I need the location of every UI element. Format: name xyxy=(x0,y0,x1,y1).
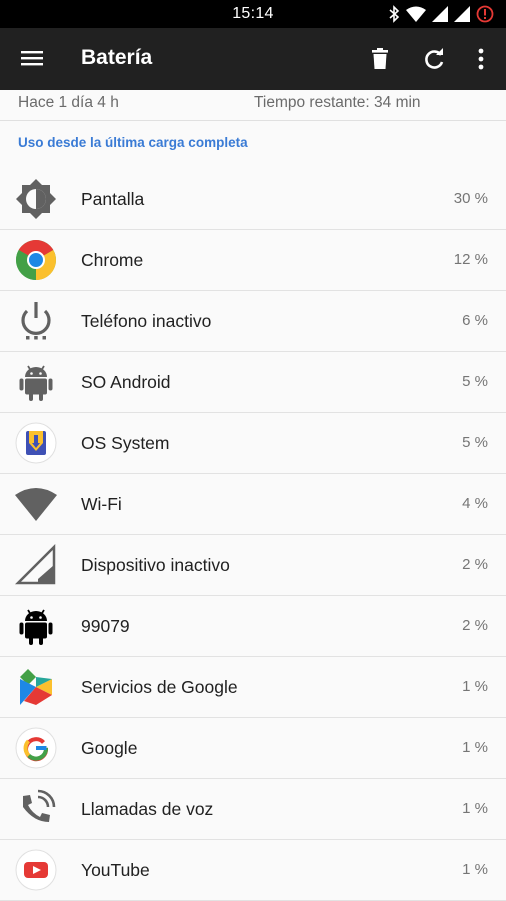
usage-item-dispositivo-inactivo[interactable]: Dispositivo inactivo 2 % xyxy=(0,535,506,596)
usage-name: Pantalla xyxy=(81,189,145,209)
section-title: Uso desde la última carga completa xyxy=(18,135,248,150)
usage-list: Pantalla 30 % Chrome 12 % Teléfono inact… xyxy=(0,169,506,901)
google-icon xyxy=(15,727,57,769)
usage-item-wi-fi[interactable]: Wi-Fi 4 % xyxy=(0,474,506,535)
usage-name: OS System xyxy=(81,433,170,453)
usage-name: Wi-Fi xyxy=(81,494,122,514)
brightness-icon xyxy=(16,179,56,219)
os-system-icon xyxy=(15,422,57,464)
page-title: Batería xyxy=(81,46,153,69)
signal-icon xyxy=(432,6,448,22)
status-icons xyxy=(388,5,494,23)
menu-icon[interactable] xyxy=(20,48,44,68)
usage-percent: 1 % xyxy=(462,678,488,695)
wifi-icon xyxy=(15,488,57,521)
usage-percent: 6 % xyxy=(462,312,488,329)
usage-name: YouTube xyxy=(81,860,150,880)
signal-icon xyxy=(454,6,470,22)
battery-summary: Hace 1 día 4 h Tiempo restante: 34 min xyxy=(0,90,506,121)
usage-percent: 4 % xyxy=(462,495,488,512)
usage-percent: 2 % xyxy=(462,617,488,634)
time-since-charge: Hace 1 día 4 h xyxy=(18,94,119,111)
usage-name: Chrome xyxy=(81,250,144,270)
usage-percent: 1 % xyxy=(462,861,488,878)
trash-icon[interactable] xyxy=(367,46,393,72)
usage-item-pantalla[interactable]: Pantalla 30 % xyxy=(0,169,506,230)
app-bar: Batería xyxy=(0,28,506,90)
android-icon xyxy=(19,609,53,645)
usage-name: 99079 xyxy=(81,616,130,636)
alert-icon xyxy=(476,5,494,23)
android-icon xyxy=(19,365,53,401)
usage-item-os-system[interactable]: OS System 5 % xyxy=(0,413,506,474)
youtube-icon xyxy=(15,849,57,891)
usage-item-so-android[interactable]: SO Android 5 % xyxy=(0,352,506,413)
usage-percent: 5 % xyxy=(462,434,488,451)
power-icon xyxy=(21,302,51,340)
chrome-icon xyxy=(16,240,56,280)
usage-name: Dispositivo inactivo xyxy=(81,555,230,575)
usage-item-chrome[interactable]: Chrome 12 % xyxy=(0,230,506,291)
status-bar: 15:14 xyxy=(0,0,506,28)
usage-name: Teléfono inactivo xyxy=(81,311,212,331)
usage-name: Llamadas de voz xyxy=(81,799,214,819)
play-services-icon xyxy=(20,669,52,705)
usage-item-youtube[interactable]: YouTube 1 % xyxy=(0,840,506,901)
wifi-icon xyxy=(406,6,426,22)
usage-item-servicios-de-google[interactable]: Servicios de Google 1 % xyxy=(0,657,506,718)
usage-name: SO Android xyxy=(81,372,171,392)
usage-percent: 5 % xyxy=(462,373,488,390)
usage-percent: 2 % xyxy=(462,556,488,573)
usage-item-google[interactable]: Google 1 % xyxy=(0,718,506,779)
bluetooth-icon xyxy=(389,5,400,23)
phone-call-icon xyxy=(23,789,56,822)
usage-name: Google xyxy=(81,738,138,758)
usage-percent: 30 % xyxy=(453,190,488,207)
usage-name: Servicios de Google xyxy=(81,677,238,697)
more-vert-icon[interactable] xyxy=(468,46,494,72)
refresh-icon[interactable] xyxy=(421,46,447,72)
time-remaining: Tiempo restante: 34 min xyxy=(254,94,421,111)
usage-item-llamadas-de-voz[interactable]: Llamadas de voz 1 % xyxy=(0,779,506,840)
usage-percent: 1 % xyxy=(462,800,488,817)
usage-percent: 12 % xyxy=(453,251,488,268)
usage-percent: 1 % xyxy=(462,739,488,756)
cell-signal-icon xyxy=(14,543,56,585)
usage-item-telefono-inactivo[interactable]: Teléfono inactivo 6 % xyxy=(0,291,506,352)
usage-item-99079[interactable]: 99079 2 % xyxy=(0,596,506,657)
